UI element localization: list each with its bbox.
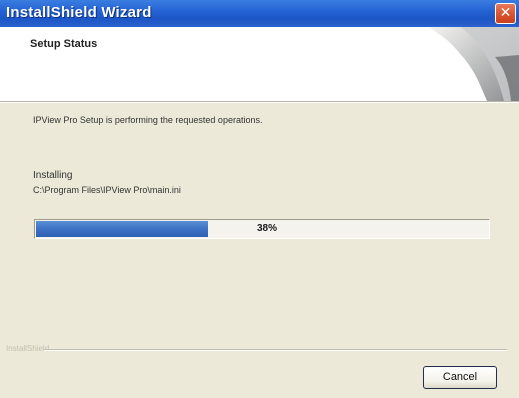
current-file-path: C:\Program Files\IPView Pro\main.ini (33, 185, 181, 195)
status-message: IPView Pro Setup is performing the reque… (33, 115, 263, 125)
installshield-header-art-icon (429, 27, 519, 101)
installing-label: Installing (33, 170, 73, 181)
footer-divider (44, 349, 507, 351)
close-icon: ✕ (499, 5, 512, 21)
installshield-brand: InstallShield (6, 344, 50, 353)
header-divider (0, 102, 519, 103)
progress-percent: 38% (256, 223, 277, 234)
installshield-wizard-window: InstallShield Wizard ✕ Setup Status IPVi… (0, 0, 519, 398)
title-bar[interactable]: InstallShield Wizard ✕ (0, 0, 519, 27)
cancel-button[interactable]: Cancel (423, 366, 497, 389)
page-title: Setup Status (30, 38, 98, 50)
header-panel: Setup Status (0, 27, 519, 102)
window-title: InstallShield Wizard (6, 4, 152, 21)
progress-bar: 38% (34, 219, 490, 239)
close-button[interactable]: ✕ (495, 3, 516, 24)
